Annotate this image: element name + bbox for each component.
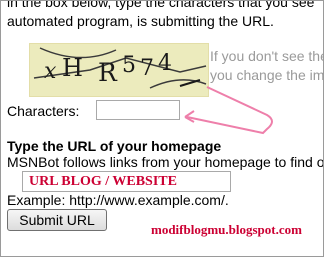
instructions-line-1: in the box below, type the characters th… — [7, 0, 315, 10]
watermark-text: modifblogmu.blogspot.com — [151, 222, 302, 237]
url-example: Example: http://www.example.com/. — [7, 192, 229, 208]
homepage-url-input[interactable] — [22, 171, 231, 192]
captcha-note-line-2: you change the im — [210, 67, 324, 83]
captcha-glyph-5: 7 — [140, 56, 154, 81]
captcha-note: If you don't see the you change the im — [210, 47, 324, 85]
captcha-glyph-4: 5 — [122, 53, 136, 78]
characters-input[interactable] — [96, 100, 180, 120]
captcha-glyph-3: R — [98, 58, 118, 87]
captcha-graphic: x H R 5 7 4 — [33, 47, 207, 89]
instructions-line-2: automated program, is submitting the URL… — [7, 13, 274, 29]
captcha-glyph-6: 4 — [158, 51, 172, 76]
page-frame: in the box below, type the characters th… — [0, 0, 324, 257]
captcha-glyph-2: H — [62, 54, 83, 82]
url-description: MSNBot follows links from your homepage … — [7, 154, 324, 170]
captcha-glyph-1: x — [44, 59, 57, 84]
submit-url-button[interactable]: Submit URL — [7, 209, 107, 231]
annotation-arrow-head — [184, 110, 195, 123]
captcha-noise-line — [33, 57, 207, 79]
captcha-image: x H R 5 7 4 — [29, 43, 209, 97]
characters-label: Characters: — [7, 103, 80, 119]
instructions-text: in the box below, type the characters th… — [7, 0, 323, 31]
url-heading: Type the URL of your homepage — [7, 138, 222, 154]
captcha-note-line-1: If you don't see the — [210, 48, 324, 64]
